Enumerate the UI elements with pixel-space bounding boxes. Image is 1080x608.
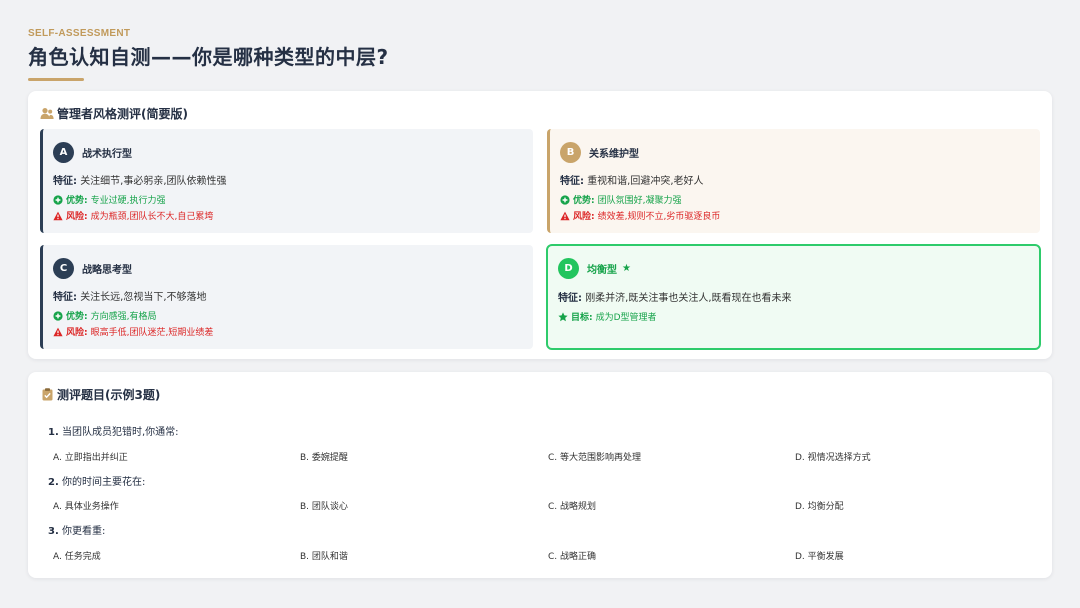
- option-2d[interactable]: D. 均衡分配: [795, 499, 844, 512]
- card-advantage: 优势: 团队氛围好,凝聚力强: [560, 193, 681, 206]
- card-goal: 目标: 成为D型管理者: [558, 310, 657, 323]
- card-title: 战术执行型: [82, 149, 132, 160]
- page-title: 角色认知自测——你是哪种类型的中层?: [28, 45, 389, 69]
- card-risk: 风险: 成为瓶颈,团队长不大,自己累垮: [53, 209, 213, 222]
- quiz-panel-title: 测评题目(示例3题): [57, 388, 161, 402]
- option-3a[interactable]: A. 任务完成: [53, 549, 101, 562]
- plus-circle-icon: [560, 194, 570, 205]
- warning-icon: [53, 327, 63, 337]
- warning-icon: [53, 211, 63, 221]
- option-1b[interactable]: B. 委婉提醒: [300, 450, 348, 463]
- option-1a[interactable]: A. 立即指出并纠正: [53, 450, 128, 463]
- card-trait: 特征: 关注长远,忽视当下,不够落地: [53, 292, 207, 303]
- star-icon: [558, 311, 568, 322]
- badge-c: C: [53, 258, 74, 279]
- quiz-panel-heading: 测评题目(示例3题): [40, 386, 160, 403]
- warning-icon: [560, 211, 570, 221]
- card-trait: 特征: 刚柔并济,既关注事也关注人,既看现在也看未来: [558, 293, 792, 304]
- option-2a[interactable]: A. 具体业务操作: [53, 499, 119, 512]
- option-2c[interactable]: C. 战略规划: [548, 499, 596, 512]
- page-header: SELF-ASSESSMENT 角色认知自测——你是哪种类型的中层?: [28, 28, 389, 81]
- option-1d[interactable]: D. 视情况选择方式: [795, 450, 871, 463]
- card-trait: 特征: 关注细节,事必躬亲,团队依赖性强: [53, 176, 227, 187]
- star-icon: ★: [622, 263, 631, 274]
- badge-b: B: [560, 142, 581, 163]
- option-3c[interactable]: C. 战略正确: [548, 549, 596, 562]
- style-card-b: B 关系维护型 特征: 重视和谐,回避冲突,老好人 优势: 团队氛围好,凝聚力强 …: [547, 129, 1040, 233]
- option-1c[interactable]: C. 等大范围影响再处理: [548, 450, 641, 463]
- card-title: 战略思考型: [82, 265, 132, 276]
- plus-circle-icon: [53, 310, 63, 321]
- quiz-panel: 测评题目(示例3题) 1. 当团队成员犯错时,你通常: A. 立即指出并纠正 B…: [28, 372, 1052, 578]
- badge-d: D: [558, 258, 579, 279]
- users-icon: [40, 107, 54, 121]
- card-risk: 风险: 绩效差,规则不立,劣币驱逐良币: [560, 209, 720, 222]
- style-panel: 管理者风格测评(简要版) A 战术执行型 特征: 关注细节,事必躬亲,团队依赖性…: [28, 91, 1052, 359]
- clipboard-icon: [40, 388, 54, 402]
- option-2b[interactable]: B. 团队谈心: [300, 499, 348, 512]
- style-panel-heading: 管理者风格测评(简要版): [40, 105, 188, 122]
- card-title: 均衡型: [587, 265, 617, 276]
- plus-circle-icon: [53, 194, 63, 205]
- card-advantage: 优势: 专业过硬,执行力强: [53, 193, 165, 206]
- card-trait: 特征: 重视和谐,回避冲突,老好人: [560, 176, 704, 187]
- style-card-c: C 战略思考型 特征: 关注长远,忽视当下,不够落地 优势: 方向感强,有格局 风…: [40, 245, 533, 349]
- option-3b[interactable]: B. 团队和谐: [300, 549, 348, 562]
- question-1: 1. 当团队成员犯错时,你通常:: [48, 427, 179, 438]
- style-card-d: D 均衡型 ★ 特征: 刚柔并济,既关注事也关注人,既看现在也看未来 目标: 成为…: [546, 244, 1041, 350]
- style-panel-title: 管理者风格测评(简要版): [57, 107, 188, 121]
- option-3d[interactable]: D. 平衡发展: [795, 549, 844, 562]
- card-risk: 风险: 眼高手低,团队迷茫,短期业绩差: [53, 325, 213, 338]
- question-3: 3. 你更看重:: [48, 526, 106, 537]
- title-underline: [28, 78, 84, 81]
- card-advantage: 优势: 方向感强,有格局: [53, 309, 156, 322]
- eyebrow-label: SELF-ASSESSMENT: [28, 28, 131, 39]
- badge-a: A: [53, 142, 74, 163]
- card-title: 关系维护型: [589, 149, 639, 160]
- question-2: 2. 你的时间主要花在:: [48, 477, 146, 488]
- style-card-a: A 战术执行型 特征: 关注细节,事必躬亲,团队依赖性强 优势: 专业过硬,执行力…: [40, 129, 533, 233]
